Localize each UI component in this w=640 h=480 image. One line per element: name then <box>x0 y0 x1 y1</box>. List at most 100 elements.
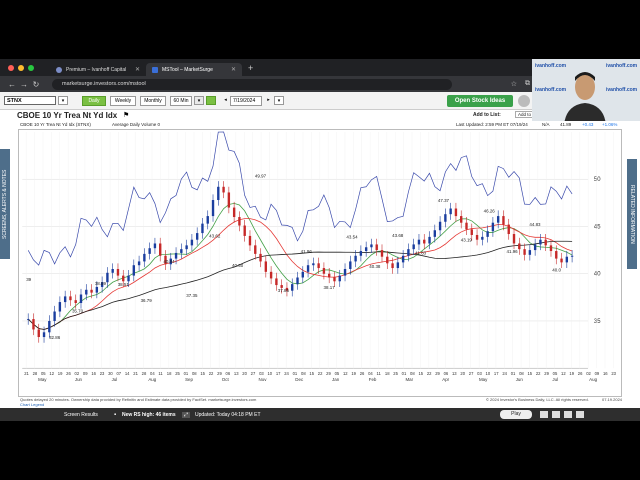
candle-body <box>153 243 157 249</box>
new-tab-icon[interactable]: + <box>248 63 253 73</box>
x-tick-label: 10 <box>486 371 491 376</box>
price-label: 37.35 <box>186 293 198 298</box>
status-icon-1[interactable] <box>540 411 548 418</box>
screen-results-label[interactable]: Screen Results <box>64 412 98 418</box>
tab-mstool[interactable]: MSTool – MarketSurge ✕ <box>146 63 242 76</box>
period-monthly-button[interactable]: Monthly <box>140 96 166 106</box>
status-icon-2[interactable] <box>552 411 560 418</box>
y-tick-label: 35 <box>594 319 601 325</box>
x-tick-label: 28 <box>33 371 38 376</box>
candle-body <box>159 243 162 256</box>
tab-label: MSTool – MarketSurge <box>162 66 213 73</box>
close-tab-icon[interactable]: ✕ <box>135 66 140 73</box>
candle-body <box>539 239 542 245</box>
y-tick-label: 50 <box>594 177 601 183</box>
price-label: 40.38 <box>369 264 381 269</box>
webcam-overlay: ivanhoff.com ivanhoff.com ivanhoff.com i… <box>532 59 640 121</box>
add-to-list-label: Add to List: <box>473 112 501 118</box>
candle-body <box>486 231 489 237</box>
period-daily-button[interactable]: Daily <box>82 96 106 106</box>
x-tick-label: 07 <box>116 371 121 376</box>
x-tick-label: 17 <box>494 371 499 376</box>
star-icon[interactable]: ☆ <box>511 80 517 88</box>
close-window-icon[interactable] <box>8 64 14 71</box>
chart-legend-link[interactable]: Chart Legend <box>20 402 44 407</box>
maximize-window-icon[interactable] <box>28 64 34 71</box>
url-field[interactable]: marketsurge.investors.com/mstool <box>52 78 452 90</box>
period-weekly-button[interactable]: Weekly <box>110 96 136 106</box>
x-tick-label: 01 <box>293 371 298 376</box>
chart-info-line: CBOE 10 Yr Trea Nt Yd Idx (STNX) Average… <box>20 122 620 129</box>
x-tick-label: 16 <box>91 371 96 376</box>
x-tick-label: 11 <box>377 371 382 376</box>
tab-premium[interactable]: Premium – Ivanhoff Capital ✕ <box>50 63 146 76</box>
candle-body <box>317 263 320 269</box>
flag-icon[interactable]: ⚑ <box>123 111 129 119</box>
status-icon-3[interactable] <box>564 411 572 418</box>
candle-body <box>42 332 46 338</box>
date-next-button[interactable]: ▸ <box>265 96 272 105</box>
extensions-icon[interactable]: ⧉ <box>525 80 530 88</box>
bell-icon[interactable]: ▪ <box>114 412 116 418</box>
month-label: Mar <box>405 377 413 382</box>
date-input[interactable]: 7/19/2024 <box>230 96 262 106</box>
candle-body <box>185 245 188 250</box>
price-label: 41.96 <box>301 249 313 254</box>
price-label: 41.83 <box>415 250 427 255</box>
x-tick-label: 24 <box>502 371 507 376</box>
candle-body <box>560 258 563 263</box>
symbol-dropdown-button[interactable]: ▾ <box>58 96 68 105</box>
interval-color-button[interactable] <box>206 96 216 105</box>
x-tick-label: 29 <box>544 371 549 376</box>
candle-body <box>460 216 463 223</box>
x-tick-label: 28 <box>142 371 147 376</box>
candle-body <box>275 278 278 286</box>
close-tab-icon[interactable]: ✕ <box>231 66 236 73</box>
play-button[interactable]: Play <box>500 410 532 419</box>
screens-alerts-notes-tab[interactable]: SCREENS, ALERTS & NOTES <box>0 149 10 259</box>
x-tick-label: 27 <box>469 371 474 376</box>
candle-body <box>370 244 373 248</box>
candle-body <box>95 286 99 293</box>
status-bar: Screen Results ▪ New RS high: 46 items ⤢… <box>0 408 640 421</box>
candle-body <box>254 245 257 254</box>
expand-icon[interactable]: ⤢ <box>182 411 191 418</box>
minimize-window-icon[interactable] <box>18 64 24 71</box>
candle-body <box>269 271 273 279</box>
candle-body <box>264 261 268 272</box>
back-icon[interactable]: ← <box>6 80 18 89</box>
candle-body <box>79 294 83 304</box>
candle-body <box>190 239 194 246</box>
candle-body <box>243 225 246 236</box>
price-label: 36.79 <box>141 298 153 303</box>
candle-body <box>206 216 209 224</box>
month-label: Jul <box>552 377 558 382</box>
forward-icon[interactable]: → <box>18 80 30 89</box>
wordpress-icon <box>56 66 62 73</box>
candle-body <box>359 251 363 256</box>
rs-high-label[interactable]: New RS high: 46 items <box>122 412 176 418</box>
symbol-input[interactable]: STNX <box>4 96 56 105</box>
date-dropdown-button[interactable]: ▾ <box>274 96 284 105</box>
candle-body <box>380 250 384 257</box>
candle-body <box>238 217 241 226</box>
interval-toggle-button[interactable]: ▾ <box>194 96 204 105</box>
candle-body <box>475 234 479 240</box>
x-tick-label: 26 <box>578 371 583 376</box>
date-prev-button[interactable]: ◂ <box>222 96 229 105</box>
reload-icon[interactable]: ↻ <box>30 80 42 89</box>
address-icons: ☆ ⧉ <box>511 80 530 88</box>
related-information-tab[interactable]: RELATED INFORMATION <box>627 159 637 269</box>
x-tick-label: 02 <box>75 371 80 376</box>
period-60min-button[interactable]: 60 Min <box>170 96 192 106</box>
candle-body <box>296 277 299 285</box>
open-stock-ideas-button[interactable]: Open Stock Ideas <box>447 95 513 107</box>
ibd-logo <box>518 95 530 107</box>
candle-body <box>106 272 109 283</box>
status-icon-4[interactable] <box>576 411 584 418</box>
x-tick-label: 08 <box>410 371 415 376</box>
price-label: 49.97 <box>255 174 267 179</box>
candle-body <box>449 208 452 215</box>
x-tick-label: 20 <box>460 371 465 376</box>
price-chart[interactable]: 3540455021 28 05 12 19 26 02 09 16 23 30 07 14 21 28 04… <box>18 129 622 397</box>
